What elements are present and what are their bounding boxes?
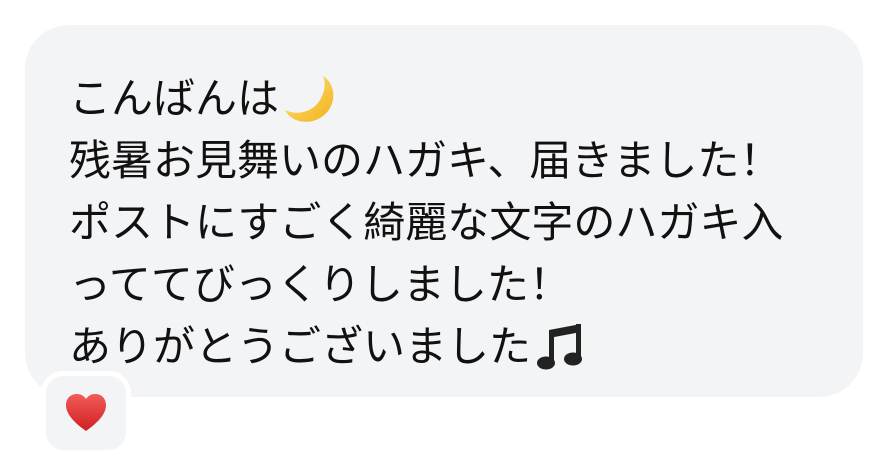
message-line: ポストにすごく綺麗な文字のハガキ入 bbox=[69, 192, 863, 254]
heart-icon bbox=[66, 394, 106, 431]
musical-notes-icon bbox=[537, 324, 583, 370]
message-text: っててびっくりしました！ bbox=[69, 260, 571, 309]
message-line: 残暑お見舞いのハガキ、届きました！ bbox=[69, 130, 863, 192]
message-line: っててびっくりしました！ bbox=[69, 254, 863, 316]
message-text: ポストにすごく綺麗な文字のハガキ入 bbox=[69, 198, 784, 247]
message-line: ありがとうございました bbox=[69, 316, 863, 378]
message-text: こんばんは bbox=[69, 74, 280, 123]
message-text: 残暑お見舞いのハガキ、届きました！ bbox=[69, 136, 782, 185]
crescent-moon-icon bbox=[285, 76, 334, 122]
message-text: ありがとうございました bbox=[69, 322, 532, 371]
message-bubble[interactable]: こんばんは 残暑お見舞いのハガキ、届きました！ ポストにすごく綺麗な文字のハガキ… bbox=[25, 25, 863, 397]
reaction-badge[interactable] bbox=[41, 371, 131, 455]
message-line: こんばんは bbox=[69, 68, 863, 130]
